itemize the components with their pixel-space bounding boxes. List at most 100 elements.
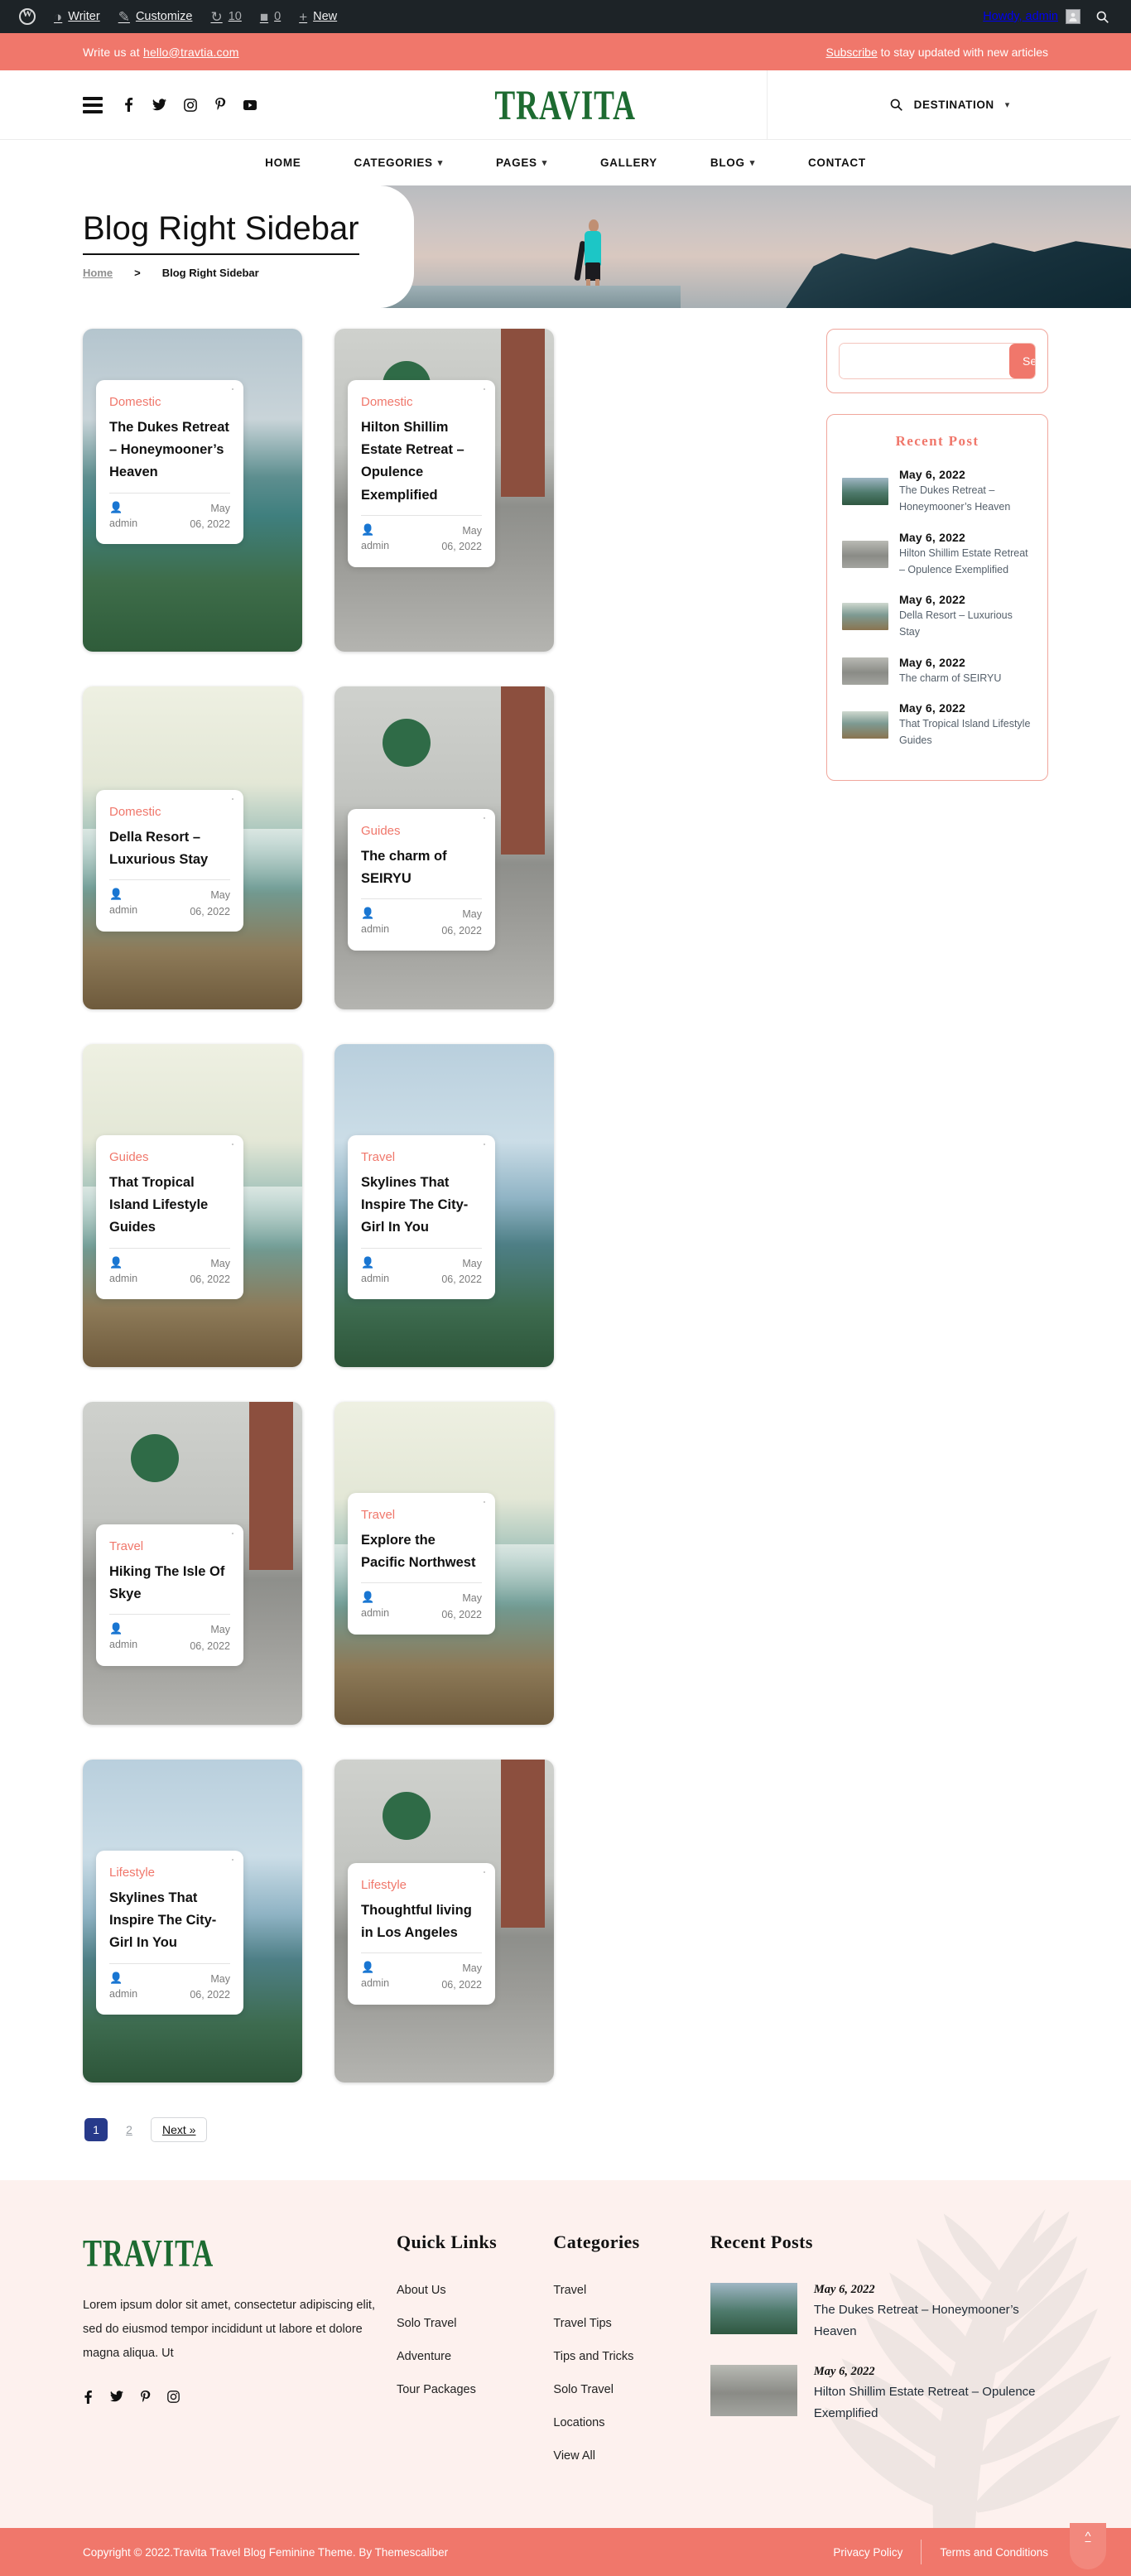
footer-logo[interactable]: Travita (83, 2232, 214, 2276)
recent-post-title[interactable]: That Tropical Island Lifestyle Guides (899, 715, 1032, 749)
recent-post-item[interactable]: May 6, 2022 The Dukes Retreat – Honeymoon… (842, 468, 1032, 516)
category-link[interactable]: View All (553, 2449, 595, 2463)
pinterest-icon[interactable] (140, 2391, 151, 2404)
post-title[interactable]: Explore the Pacific Northwest (361, 1529, 482, 1574)
post-card[interactable]: Guides That Tropical Island Lifestyle Gui… (83, 1044, 302, 1367)
footer-recent-post-title[interactable]: The Dukes Retreat – Honeymooner’s Heaven (814, 2299, 1048, 2343)
post-card[interactable]: Lifestyle Thoughtful living in Los Angele… (334, 1760, 554, 2082)
nav-item-blog[interactable]: BLOG ▾ (684, 156, 782, 169)
footer-recent-post-item[interactable]: May 6, 2022 Hilton Shillim Estate Retreat… (710, 2364, 1048, 2425)
quick-link[interactable]: Adventure (397, 2350, 451, 2363)
post-title[interactable]: Hiking The Isle Of Skye (109, 1561, 230, 1606)
facebook-icon[interactable] (83, 2391, 94, 2404)
recent-post-title[interactable]: The Dukes Retreat – Honeymooner’s Heaven (899, 482, 1032, 516)
post-card[interactable]: Guides The charm of SEIRYU 👤 admin May 06, 20… (334, 686, 554, 1009)
recent-post-item[interactable]: May 6, 2022 That Tropical Island Lifestyl… (842, 701, 1032, 749)
footer-recent-post-title[interactable]: Hilton Shillim Estate Retreat – Opulence… (814, 2381, 1048, 2425)
post-title[interactable]: Della Resort – Luxurious Stay (109, 826, 230, 871)
post-category[interactable]: Domestic (109, 395, 230, 409)
subscribe-link[interactable]: Subscribe (826, 46, 878, 59)
privacy-policy-link[interactable]: Privacy Policy (833, 2546, 902, 2559)
pagination-current-page[interactable]: 1 (84, 2118, 108, 2141)
search-button[interactable]: Search (1009, 344, 1035, 378)
post-category[interactable]: Travel (109, 1539, 230, 1553)
youtube-icon[interactable] (243, 99, 257, 110)
quick-link[interactable]: About Us (397, 2284, 446, 2297)
post-category[interactable]: Travel (361, 1150, 482, 1164)
admin-bar-my-account[interactable]: Howdy, admin (973, 0, 1090, 33)
twitter-icon[interactable] (110, 2391, 123, 2404)
posts-column: Domestic The Dukes Retreat – Honeymooner’… (83, 329, 795, 2180)
admin-bar-customize[interactable]: ✎ Customize (109, 0, 202, 33)
breadcrumb-home-link[interactable]: Home (83, 267, 113, 279)
twitter-icon[interactable] (152, 99, 166, 111)
post-category[interactable]: Guides (361, 824, 482, 838)
post-card[interactable]: Travel Skylines That Inspire The City-Gir… (334, 1044, 554, 1367)
divider (361, 1582, 482, 1584)
post-category[interactable]: Travel (361, 1508, 482, 1522)
post-card[interactable]: Travel Hiking The Isle Of Skye 👤 admin May 06… (83, 1402, 302, 1725)
post-category[interactable]: Lifestyle (109, 1866, 230, 1880)
recent-post-item[interactable]: May 6, 2022 Hilton Shillim Estate Retreat… (842, 531, 1032, 579)
pinterest-icon[interactable] (214, 98, 226, 112)
footer-recent-post-item[interactable]: May 6, 2022 The Dukes Retreat – Honeymoon… (710, 2283, 1048, 2343)
post-card[interactable]: Travel Explore the Pacific Northwest 👤 admi… (334, 1402, 554, 1725)
hamburger-menu-button[interactable] (83, 96, 103, 113)
post-date-month: May (210, 1624, 230, 1636)
post-card[interactable]: Domestic Della Resort – Luxurious Stay 👤 ad… (83, 686, 302, 1009)
admin-bar-new[interactable]: + New (290, 0, 346, 33)
admin-bar-search-button[interactable] (1090, 0, 1121, 33)
recent-post-title[interactable]: Hilton Shillim Estate Retreat – Opulence… (899, 545, 1032, 579)
back-to-top-button[interactable]: ^ (1070, 2523, 1106, 2569)
post-card[interactable]: Domestic The Dukes Retreat – Honeymooner’… (83, 329, 302, 652)
post-meta: 👤 admin May 06, 2022 (109, 501, 230, 533)
instagram-icon[interactable] (167, 2391, 180, 2404)
recent-post-item[interactable]: May 6, 2022 Della Resort – Luxurious Stay (842, 593, 1032, 641)
category-link[interactable]: Locations (553, 2416, 604, 2429)
nav-item-categories[interactable]: CATEGORIES ▾ (327, 156, 469, 169)
comment-icon: ■ (259, 8, 269, 25)
post-title[interactable]: Hilton Shillim Estate Retreat – Opulence… (361, 416, 482, 507)
admin-bar-site-name[interactable]: ◑ Writer (45, 0, 109, 33)
nav-item-home[interactable]: HOME (238, 156, 327, 169)
facebook-icon[interactable] (123, 98, 135, 112)
post-card-body: Guides That Tropical Island Lifestyle Gui… (96, 1135, 243, 1300)
post-title[interactable]: Skylines That Inspire The City-Girl In Y… (361, 1172, 482, 1240)
nav-item-gallery[interactable]: GALLERY (574, 156, 684, 169)
post-title[interactable]: The Dukes Retreat – Honeymooner’s Heaven (109, 416, 230, 484)
admin-bar-updates[interactable]: ↻ 10 (201, 0, 250, 33)
post-card[interactable]: Lifestyle Skylines That Inspire The City-… (83, 1760, 302, 2082)
category-link[interactable]: Travel Tips (553, 2317, 611, 2330)
post-category[interactable]: Lifestyle (361, 1878, 482, 1892)
nav-item-pages[interactable]: PAGES ▾ (469, 156, 574, 169)
wordpress-logo-button[interactable] (10, 0, 45, 33)
post-title[interactable]: Skylines That Inspire The City-Girl In Y… (109, 1887, 230, 1955)
recent-post-title[interactable]: Della Resort – Luxurious Stay (899, 607, 1032, 641)
recent-post-title[interactable]: The charm of SEIRYU (899, 670, 1032, 686)
quick-link[interactable]: Solo Travel (397, 2317, 457, 2330)
category-link[interactable]: Tips and Tricks (553, 2350, 633, 2363)
search-input[interactable] (840, 344, 1009, 378)
post-title[interactable]: The charm of SEIRYU (361, 845, 482, 890)
header-destination-search[interactable]: DESTINATION ▾ (767, 70, 1131, 140)
category-link[interactable]: Solo Travel (553, 2383, 614, 2396)
terms-and-conditions-link[interactable]: Terms and Conditions (940, 2546, 1048, 2559)
post-category[interactable]: Domestic (109, 805, 230, 819)
admin-bar-comments[interactable]: ■ 0 (251, 0, 290, 33)
pagination-page-2[interactable]: 2 (118, 2118, 141, 2141)
nav-item-contact[interactable]: CONTACT (782, 156, 893, 169)
post-category[interactable]: Domestic (361, 395, 482, 409)
post-title[interactable]: Thoughtful living in Los Angeles (361, 1899, 482, 1944)
pagination-next-button[interactable]: Next » (151, 2117, 208, 2142)
post-author-name: admin (109, 904, 138, 917)
category-link[interactable]: Travel (553, 2284, 586, 2297)
site-logo[interactable]: Travita (364, 81, 767, 129)
email-link[interactable]: hello@travtia.com (143, 46, 239, 59)
instagram-icon[interactable] (184, 98, 197, 112)
admin-bar-right: Howdy, admin (973, 0, 1121, 33)
post-card[interactable]: Domestic Hilton Shillim Estate Retreat – … (334, 329, 554, 652)
recent-post-item[interactable]: May 6, 2022 The charm of SEIRYU (842, 656, 1032, 686)
quick-link[interactable]: Tour Packages (397, 2383, 476, 2396)
post-category[interactable]: Guides (109, 1150, 230, 1164)
post-title[interactable]: That Tropical Island Lifestyle Guides (109, 1172, 230, 1240)
